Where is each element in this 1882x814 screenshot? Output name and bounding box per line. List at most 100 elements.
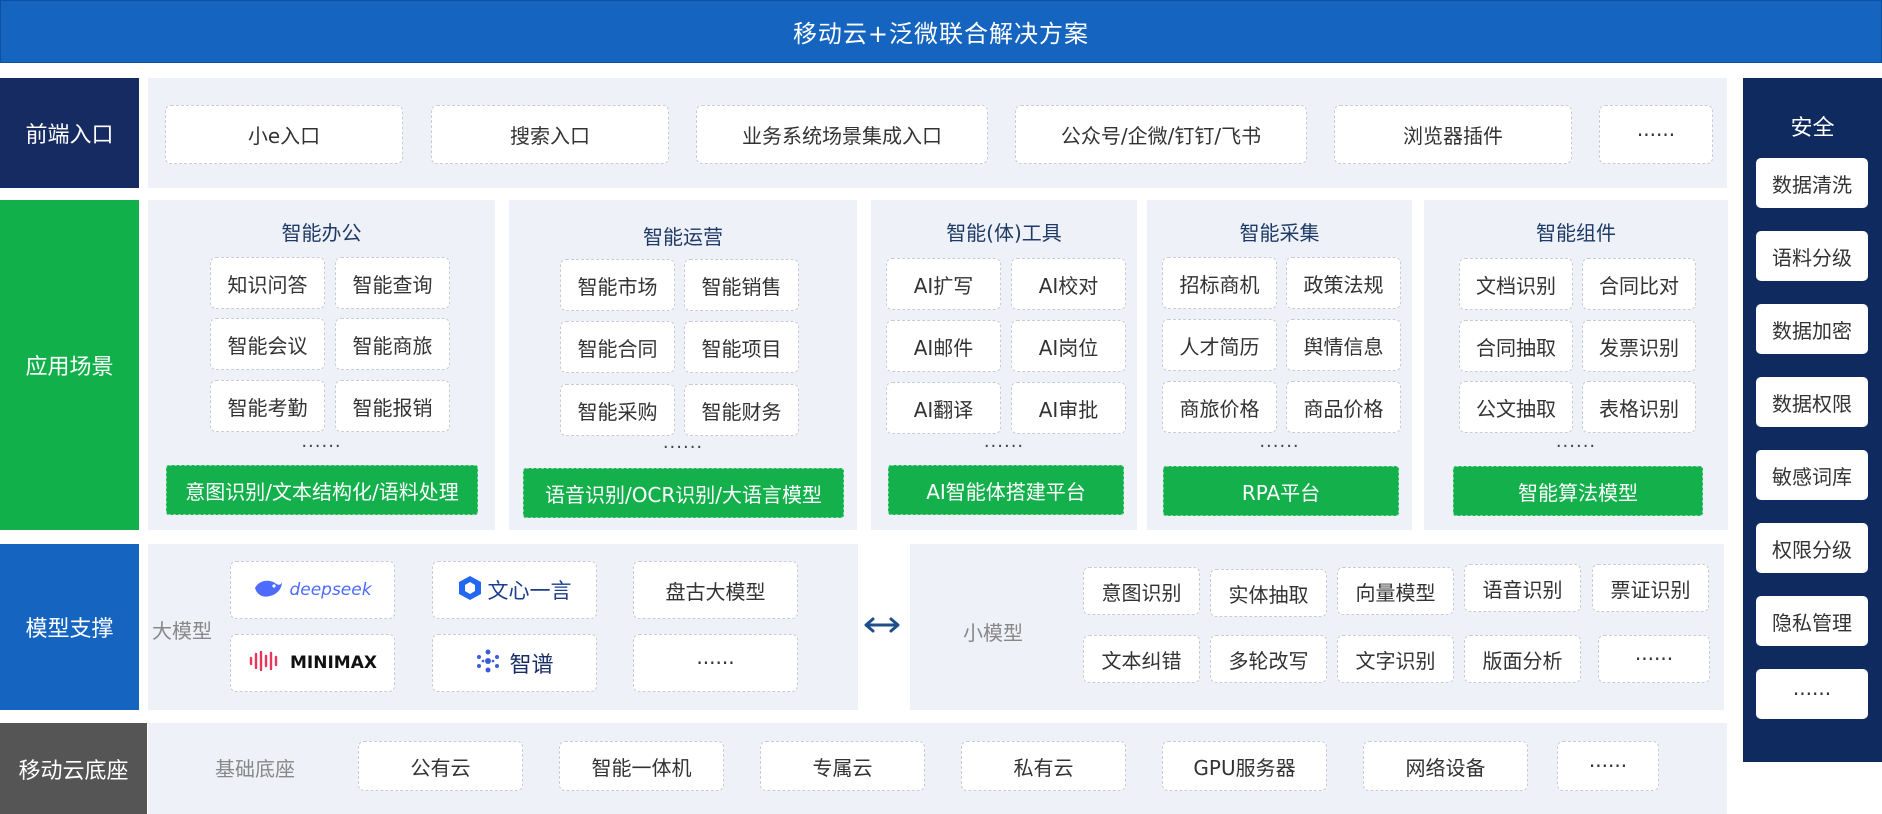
bidirectional-arrow-icon (862, 614, 902, 636)
small-model-item[interactable]: 票证识别 (1592, 564, 1709, 612)
zhipu-logo-icon (475, 648, 501, 679)
model-deepseek[interactable]: deepseek (230, 561, 395, 619)
security-item[interactable]: 语料分级 (1756, 231, 1868, 281)
base-item[interactable]: 公有云 (358, 741, 523, 791)
base-item[interactable]: ······ (1557, 741, 1659, 791)
platform-bar[interactable]: 意图识别/文本结构化/语料处理 (166, 465, 478, 515)
security-item[interactable]: 权限分级 (1756, 523, 1868, 573)
frontend-entry-social[interactable]: 公众号/企微/钉钉/飞书 (1015, 105, 1307, 164)
model-name: deepseek (289, 580, 372, 600)
security-item[interactable]: 数据清洗 (1756, 158, 1868, 208)
minimax-logo-icon (248, 650, 282, 677)
page-title: 移动云+泛微联合解决方案 (0, 0, 1882, 63)
scene-item[interactable]: 发票识别 (1582, 320, 1696, 372)
security-item[interactable]: ······ (1756, 669, 1868, 719)
wenxin-logo-icon (458, 575, 482, 606)
platform-bar[interactable]: 智能算法模型 (1453, 466, 1703, 516)
group-title: 智能办公 (281, 221, 362, 245)
base-item[interactable]: GPU服务器 (1162, 741, 1327, 791)
security-item[interactable]: 数据加密 (1756, 304, 1868, 354)
scene-item[interactable]: 招标商机 (1162, 257, 1277, 309)
more-indicator: ······ (662, 437, 704, 458)
more-indicator: ······ (983, 436, 1025, 457)
scene-item[interactable]: AI审批 (1011, 382, 1126, 434)
row-label-app: 应用场景 (0, 200, 139, 530)
platform-bar[interactable]: 语音识别/OCR识别/大语言模型 (523, 468, 844, 518)
scene-item[interactable]: 舆情信息 (1286, 319, 1401, 371)
large-model-label: 大模型 (152, 619, 212, 643)
security-title: 安全 (1790, 116, 1835, 141)
scene-item[interactable]: 智能考勤 (210, 380, 325, 432)
frontend-entry-business[interactable]: 业务系统场景集成入口 (696, 105, 988, 164)
scene-item[interactable]: 智能会议 (210, 318, 325, 370)
scene-item[interactable]: 智能商旅 (335, 318, 450, 370)
group-title: 智能运营 (643, 225, 723, 249)
scene-item[interactable]: 公文抽取 (1459, 381, 1573, 433)
security-item[interactable]: 数据权限 (1756, 377, 1868, 427)
base-item[interactable]: 专属云 (760, 741, 925, 791)
group-title: 智能组件 (1536, 221, 1616, 245)
scene-item[interactable]: 智能销售 (684, 259, 799, 311)
security-item[interactable]: 敏感词库 (1756, 450, 1868, 500)
small-model-item[interactable]: 向量模型 (1337, 567, 1454, 615)
scene-item[interactable]: 智能报销 (335, 380, 450, 432)
scene-item[interactable]: 智能采购 (560, 384, 675, 436)
base-sub-label: 基础底座 (215, 757, 295, 781)
model-minimax[interactable]: MINIMAX (230, 634, 395, 692)
scene-item[interactable]: 人才简历 (1162, 319, 1277, 371)
base-item[interactable]: 网络设备 (1363, 741, 1528, 791)
model-name: MINIMAX (290, 653, 377, 673)
small-model-item[interactable]: 意图识别 (1083, 567, 1200, 615)
scene-item[interactable]: 知识问答 (210, 257, 325, 309)
row-label-base: 移动云底座 (0, 723, 147, 814)
row-label-frontend: 前端入口 (0, 78, 139, 188)
scene-item[interactable]: 合同抽取 (1459, 320, 1573, 372)
scene-item[interactable]: 表格识别 (1582, 381, 1696, 433)
group-title: 智能采集 (1239, 221, 1320, 245)
base-item[interactable]: 智能一体机 (559, 741, 724, 791)
small-model-item[interactable]: 实体抽取 (1210, 569, 1327, 617)
model-zhipu[interactable]: 智谱 (432, 634, 597, 692)
more-indicator: ······ (301, 436, 342, 457)
scene-item[interactable]: AI扩写 (886, 258, 1001, 310)
small-model-item[interactable]: 文字识别 (1337, 635, 1454, 683)
small-model-item[interactable]: 文本纠错 (1083, 635, 1200, 683)
small-model-item[interactable]: 多轮改写 (1210, 635, 1327, 683)
scene-item[interactable]: 商旅价格 (1162, 381, 1277, 433)
scene-item[interactable]: 文档识别 (1459, 258, 1573, 310)
security-item[interactable]: 隐私管理 (1756, 596, 1868, 646)
small-model-item[interactable]: 版面分析 (1464, 635, 1581, 683)
scene-item[interactable]: AI岗位 (1011, 320, 1126, 372)
small-model-label: 小模型 (963, 621, 1023, 645)
row-label-model: 模型支撑 (0, 544, 139, 710)
scene-item[interactable]: 智能财务 (684, 384, 799, 436)
group-title: 智能(体)工具 (946, 221, 1062, 245)
model-name: 文心一言 (487, 579, 572, 603)
scene-item[interactable]: AI邮件 (886, 320, 1001, 372)
model-pangu[interactable]: 盘古大模型 (633, 561, 798, 619)
scene-item[interactable]: 智能查询 (335, 257, 450, 309)
model-name: 智谱 (509, 653, 554, 678)
scene-item[interactable]: 智能市场 (560, 259, 675, 311)
platform-bar[interactable]: AI智能体搭建平台 (888, 465, 1124, 515)
frontend-entry-search[interactable]: 搜索入口 (431, 105, 669, 164)
scene-item[interactable]: 智能合同 (560, 321, 675, 373)
scene-item[interactable]: 政策法规 (1286, 257, 1401, 309)
platform-bar[interactable]: RPA平台 (1163, 466, 1399, 516)
frontend-entry-xiaoe[interactable]: 小e入口 (165, 105, 403, 164)
scene-item[interactable]: 智能项目 (684, 321, 799, 373)
small-model-item[interactable]: ······ (1598, 635, 1710, 683)
frontend-entry-browser[interactable]: 浏览器插件 (1334, 105, 1572, 164)
scene-item[interactable]: 商品价格 (1286, 381, 1401, 433)
scene-item[interactable]: AI校对 (1011, 258, 1126, 310)
frontend-entry-more[interactable]: ······ (1599, 105, 1713, 164)
scene-item[interactable]: AI翻译 (886, 382, 1001, 434)
scene-item[interactable]: 合同比对 (1582, 258, 1696, 310)
base-item[interactable]: 私有云 (961, 741, 1126, 791)
deepseek-logo-icon (253, 577, 283, 604)
more-indicator: ······ (1555, 436, 1597, 457)
more-indicator: ······ (1259, 436, 1300, 457)
model-wenxin[interactable]: 文心一言 (432, 561, 597, 619)
small-model-item[interactable]: 语音识别 (1464, 564, 1581, 612)
model-more[interactable]: ······ (633, 634, 798, 692)
